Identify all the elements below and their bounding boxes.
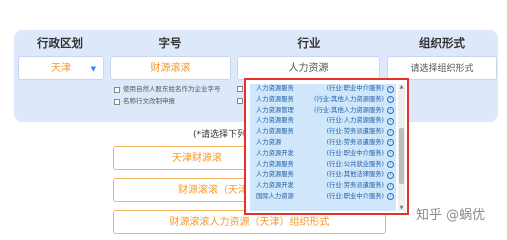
column-header-industry: 行业: [297, 36, 321, 50]
dropdown-item-name: 人力资源管理: [256, 106, 294, 114]
chevron-right-circle-icon[interactable]: ›: [387, 96, 394, 104]
chevron-right-circle-icon[interactable]: ›: [387, 171, 394, 179]
chevron-right-circle-icon[interactable]: ›: [387, 128, 394, 136]
region-value: 天津: [51, 63, 71, 74]
dropdown-item[interactable]: 人力资源服务 (行业:其他人力资源服务) ›: [250, 95, 396, 106]
dropdown-item-name: 人力资源服务: [256, 128, 294, 136]
dropdown-item-category: (行业:职业中介服务): [326, 192, 384, 200]
watermark: 知乎 @蜗优: [416, 208, 486, 223]
checkbox-name-restructure[interactable]: 名称行文改制申报: [114, 96, 175, 107]
industry-input[interactable]: 人力资源: [237, 56, 380, 80]
chevron-right-circle-icon[interactable]: ›: [387, 139, 394, 147]
dropdown-item-name: 国际人力资源: [256, 192, 294, 200]
chevron-right-circle-icon[interactable]: ›: [387, 107, 394, 115]
dropdown-scrollbar[interactable]: ▲ ▼: [398, 84, 405, 211]
dropdown-item-category: (行业:职业中介服务): [326, 85, 384, 92]
chevron-right-circle-icon[interactable]: ›: [387, 117, 394, 125]
chevron-right-circle-icon[interactable]: ›: [387, 182, 394, 190]
checkbox-use-shareholder-name[interactable]: 使用自然人股东姓名作为企业字号: [114, 84, 221, 95]
dropdown-item[interactable]: 人力资源开发 (行业:职业中介服务) ›: [250, 149, 396, 160]
dropdown-item-name: 人力资源服务: [256, 117, 294, 125]
scroll-up-icon[interactable]: ▲: [398, 84, 405, 90]
result-text: 财源滚滚人力资源（天津）组织形式: [169, 217, 330, 228]
org-form-select[interactable]: 请选择组织形式: [387, 56, 497, 80]
checkbox-box[interactable]: [237, 98, 243, 104]
dropdown-item[interactable]: 国际人力资源 (行业:职业中介服务) ›: [250, 192, 396, 203]
dropdown-item[interactable]: 人力资源服务 (行业:人力资源服务) ›: [250, 116, 396, 127]
chevron-right-circle-icon[interactable]: ›: [387, 85, 394, 93]
result-option[interactable]: 财源滚滚（天津: [113, 178, 247, 202]
scroll-down-icon[interactable]: ▼: [398, 205, 405, 211]
column-header-name: 字号: [158, 36, 182, 50]
result-option[interactable]: 天津财源滚: [113, 146, 247, 170]
dropdown-item-category: (行业:其他法律服务): [326, 171, 384, 179]
industry-dropdown: 人力资源服务 (行业:职业中介服务) › 人力资源服务 (行业:其他人力资源服务) › 人力…: [244, 78, 409, 215]
dropdown-item[interactable]: 人力资源 (行业:劳务派遣服务) ›: [250, 138, 396, 149]
result-text: 财源滚滚（天津: [178, 185, 247, 196]
name-input[interactable]: 财源滚滚: [110, 56, 231, 80]
dropdown-item-category: (行业:其他人力资源服务): [313, 106, 384, 114]
checkbox-label: 名称行文改制申报: [123, 97, 175, 105]
dropdown-item-category: (行业:人力资源服务): [326, 117, 384, 125]
dropdown-item-category: (行业:劳务派遣服务): [326, 138, 384, 146]
result-text: 天津财源滚: [172, 153, 222, 164]
dropdown-item-category: (行业:公共就业服务): [326, 160, 384, 168]
chevron-right-circle-icon[interactable]: ›: [387, 161, 394, 169]
checkbox-box[interactable]: [237, 86, 243, 92]
dropdown-item-category: (行业:劳务派遣服务): [326, 128, 384, 136]
industry-dropdown-list: 人力资源服务 (行业:职业中介服务) › 人力资源服务 (行业:其他人力资源服务) › 人力…: [250, 84, 396, 211]
dropdown-item-category: (行业:职业中介服务): [326, 149, 384, 157]
chevron-down-icon: ▼: [90, 65, 96, 73]
region-select[interactable]: 天津 ▼: [18, 56, 104, 80]
checkbox-label: 使用自然人股东姓名作为企业字号: [123, 85, 221, 93]
dropdown-item-name: 人力资源服务: [256, 95, 294, 103]
dropdown-item[interactable]: 人力资源服务 (行业:公共就业服务) ›: [250, 160, 396, 171]
dropdown-item[interactable]: 人力资源管理 (行业:其他人力资源服务) ›: [250, 106, 396, 117]
org-form-placeholder: 请选择组织形式: [410, 64, 474, 74]
dropdown-item-category: (行业:其他人力资源服务): [313, 95, 384, 103]
dropdown-item-category: (行业:劳务派遣服务): [326, 182, 384, 190]
dropdown-item[interactable]: 人力资源服务 (行业:其他法律服务) ›: [250, 170, 396, 181]
dropdown-item-name: 人力资源服务: [256, 85, 294, 92]
dropdown-item[interactable]: 人力资源开发 (行业:劳务派遣服务) ›: [250, 181, 396, 192]
dropdown-item-name: 人力资源: [256, 138, 282, 146]
column-header-org-form: 组织形式: [419, 36, 465, 50]
dropdown-item[interactable]: 人力资源服务 (行业:劳务派遣服务) ›: [250, 127, 396, 138]
checkbox-box[interactable]: [114, 86, 120, 93]
column-header-region: 行政区划: [37, 36, 83, 50]
checkbox-box[interactable]: [114, 98, 120, 105]
chevron-right-circle-icon[interactable]: ›: [387, 193, 394, 201]
name-value: 财源滚滚: [150, 63, 191, 74]
dropdown-item[interactable]: 人力资源服务 (行业:职业中介服务) ›: [250, 84, 396, 95]
dropdown-item-name: 人力资源开发: [256, 149, 294, 157]
scrollbar-thumb[interactable]: [399, 128, 404, 184]
chevron-right-circle-icon[interactable]: ›: [387, 150, 394, 158]
dropdown-item-name: 人力资源开发: [256, 182, 294, 190]
dropdown-item-name: 人力资源服务: [256, 160, 294, 168]
dropdown-item-name: 人力资源服务: [256, 171, 294, 179]
industry-value: 人力资源: [288, 63, 329, 74]
